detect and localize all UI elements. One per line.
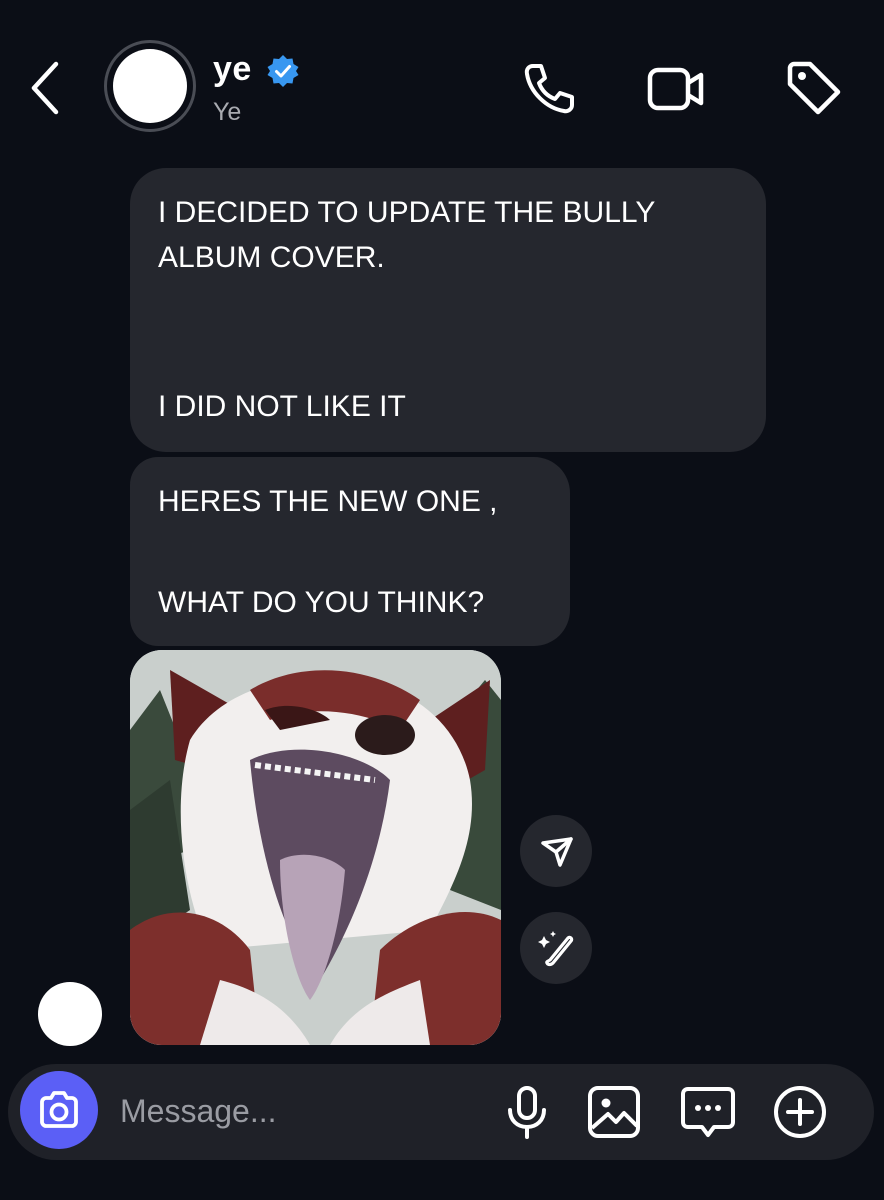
tag-icon[interactable] (782, 56, 846, 120)
phone-icon[interactable] (517, 56, 581, 120)
contact-username: Ye (213, 98, 242, 126)
microphone-icon[interactable] (495, 1080, 559, 1144)
share-button[interactable] (520, 815, 592, 887)
back-chevron-icon[interactable] (24, 58, 68, 118)
message-bubble[interactable]: HERES THE NEW ONE , WHAT DO YOU THINK? (130, 457, 570, 646)
sticker-icon[interactable] (676, 1080, 740, 1144)
video-camera-icon[interactable] (643, 56, 707, 120)
gallery-icon[interactable] (582, 1080, 646, 1144)
image-message[interactable] (130, 650, 501, 1045)
message-text: ALBUM COVER. (158, 241, 385, 274)
plus-icon[interactable] (768, 1080, 832, 1144)
message-gap (158, 280, 738, 384)
message-text: HERES THE NEW ONE , (158, 485, 498, 518)
contact-avatar[interactable] (104, 40, 196, 132)
ai-edit-icon (538, 931, 574, 967)
contact-avatar-image (113, 49, 187, 123)
message-bubble[interactable]: I DECIDED TO UPDATE THE BULLY ALBUM COVE… (130, 168, 766, 452)
message-text: I DID NOT LIKE IT (158, 390, 406, 423)
message-text: WHAT DO YOU THINK? (158, 586, 485, 619)
message-input[interactable] (120, 1086, 480, 1136)
ai-edit-button[interactable] (520, 912, 592, 984)
message-text: I DECIDED TO UPDATE THE BULLY (158, 196, 656, 229)
share-icon (541, 837, 573, 867)
verified-badge-icon (266, 54, 300, 88)
message-gap (158, 524, 542, 580)
camera-button[interactable] (20, 1071, 98, 1149)
contact-name[interactable]: ye (213, 50, 252, 89)
chat-screen: ye Ye I DECIDED TO UPDATE THE BULLY ALBU… (0, 0, 884, 1200)
camera-icon (40, 1091, 78, 1128)
sender-avatar[interactable] (38, 982, 102, 1046)
